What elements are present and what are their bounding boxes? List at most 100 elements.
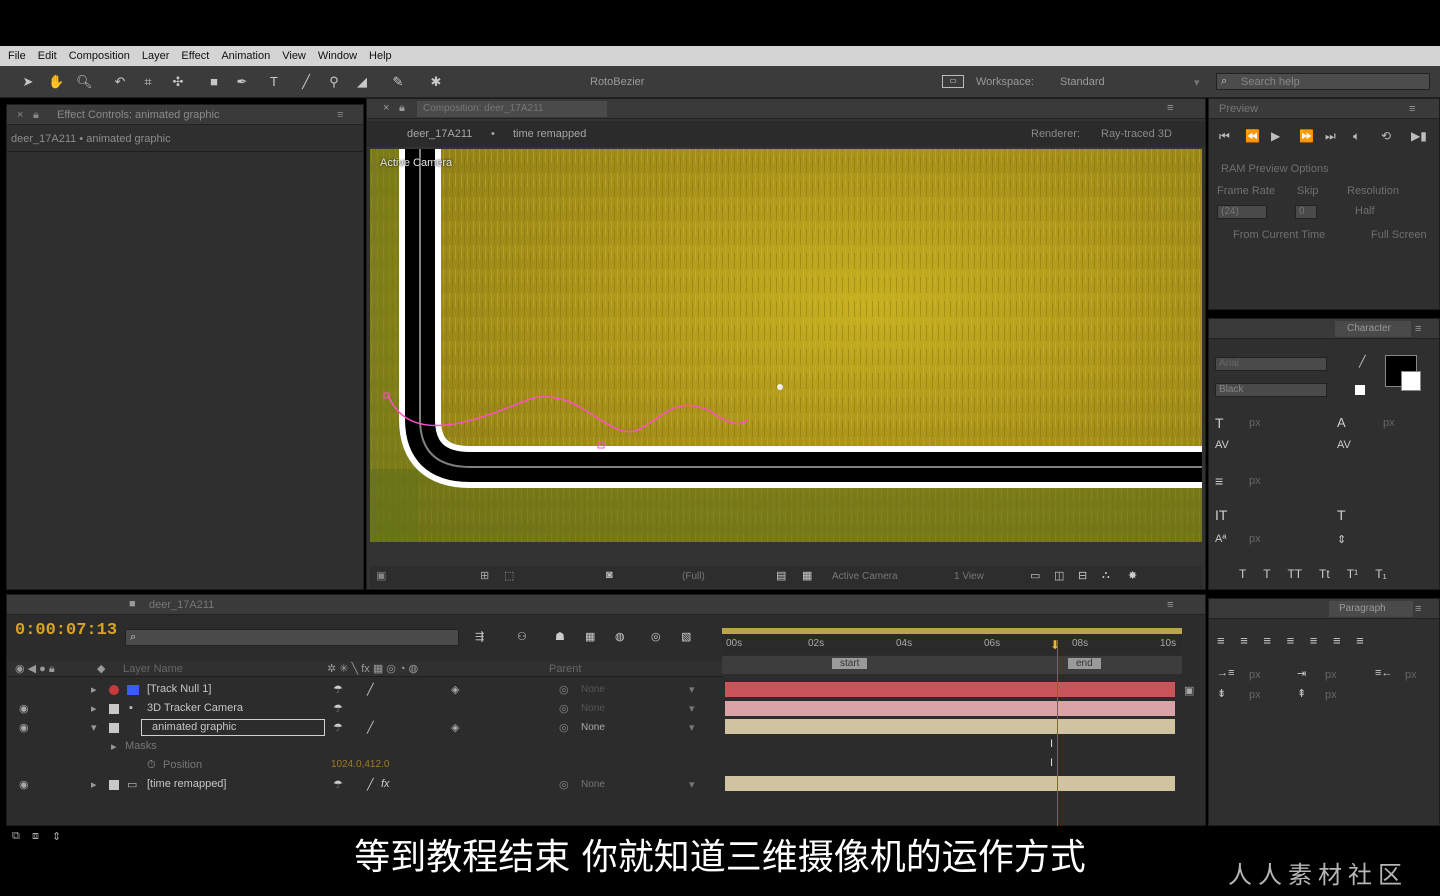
zoom-tool-icon[interactable]: 🔍︎ [76,74,93,90]
layer-row[interactable]: ◉ ▸ ▪ 3D Tracker Camera ☂ ◎ None ▾ [15,700,727,719]
expand-arrow-icon[interactable]: ▾ [91,721,97,734]
layer-duration-bar[interactable] [725,776,1175,791]
close-icon[interactable]: ■ [129,598,136,610]
composition-tab[interactable]: Composition: deer_17A211 [417,101,607,117]
3d-layer-switch-icon[interactable]: ◈ [451,683,459,696]
parent-select[interactable]: None [581,703,605,714]
pan-behind-tool-icon[interactable]: ✣ [170,74,186,90]
quality-switch-icon[interactable]: ╱ [367,683,374,696]
menu-layer[interactable]: Layer [142,50,170,62]
frame-rate-field[interactable]: (24) [1217,205,1267,219]
current-time-display[interactable]: 0:00:07:13 [15,621,117,640]
resolution-select[interactable]: (Full) [682,571,705,582]
playhead-handle-icon[interactable]: ⬇ [1050,638,1060,652]
layer-name-edit-box[interactable]: animated graphic [141,719,325,736]
lock-icon[interactable]: 🔒︎ [33,109,39,122]
pen-tool-icon[interactable]: ✒ [234,74,250,90]
white-swatch[interactable] [1355,385,1365,395]
parent-select[interactable]: None [581,684,605,695]
expand-arrow-icon[interactable]: ▸ [91,683,97,696]
keyframe-icon[interactable]: I [1050,757,1053,769]
hand-tool-icon[interactable]: ✋ [48,74,64,90]
layer-name[interactable]: animated graphic [152,721,236,733]
masks-group-label[interactable]: Masks [125,740,157,752]
layer-name[interactable]: [Track Null 1] [147,683,211,695]
rotobezier-checkbox[interactable]: RotoBezier [590,76,644,88]
puppet-tool-icon[interactable]: ✱ [428,74,444,90]
loop-icon[interactable]: ⟲ [1381,129,1391,143]
panel-menu-icon[interactable]: ≡ [1415,603,1421,615]
flowchart-icon[interactable]: ⛬ [1102,569,1110,582]
brainstorm-icon[interactable]: ◎ [651,630,661,643]
draft-3d-icon[interactable]: ⚇ [517,630,527,643]
play-icon[interactable]: ▶ [1271,129,1280,143]
panel-menu-icon[interactable]: ≡ [1167,102,1173,114]
shy-switch-icon[interactable]: ☂ [333,702,343,715]
panel-menu-icon[interactable]: ≡ [1415,323,1421,335]
parent-column-header[interactable]: Parent [549,663,581,675]
menu-effect[interactable]: Effect [181,50,209,62]
view-layout-select[interactable]: 1 View [954,571,984,582]
font-style-select[interactable]: Black [1215,383,1327,397]
parent-pickwhip-icon[interactable]: ◎ [559,721,569,734]
paragraph-tab[interactable]: Paragraph [1329,601,1413,617]
timeline-search-input[interactable]: ⌕ [125,629,459,646]
menu-animation[interactable]: Animation [221,50,270,62]
shy-switch-icon[interactable]: ☂ [333,778,343,791]
property-row[interactable]: ⏱ Position 1024.0,412.0 [15,757,727,776]
last-frame-icon[interactable]: ⏭ [1325,129,1336,144]
layer-label-swatch[interactable] [109,704,119,714]
chevron-down-icon[interactable]: ▾ [689,778,695,791]
motion-blur-icon[interactable]: ◍ [615,630,625,643]
toggle-pixel-aspect-icon[interactable]: ▭ [1030,569,1040,582]
layer-duration-bar[interactable] [725,719,1175,734]
menu-view[interactable]: View [282,50,306,62]
clone-stamp-tool-icon[interactable]: ⚲ [326,74,342,90]
composition-viewer[interactable]: Active Camera [370,149,1202,542]
layer-row-selected[interactable]: ◉ ▾ animated graphic ☂ ╱ ◈ ◎ None ▾ [15,719,727,738]
transparency-grid-icon[interactable]: ▦ [802,569,812,582]
workspace-select[interactable]: Standard [1060,76,1105,88]
close-icon[interactable]: × [17,109,23,121]
layer-label-swatch[interactable] [127,685,139,695]
shy-switch-icon[interactable]: ☂ [333,683,343,696]
brush-tool-icon[interactable]: ╱ [298,74,314,90]
preview-tab[interactable]: Preview [1219,103,1258,115]
exposure-icon[interactable]: ✸ [1128,569,1137,582]
first-frame-icon[interactable]: ⏮ [1219,129,1230,144]
effect-controls-tab[interactable]: Effect Controls: animated graphic [57,109,219,121]
chevron-down-icon[interactable]: ▾ [689,683,695,696]
layer-label-swatch[interactable] [109,723,119,733]
visibility-eye-icon[interactable]: ◉ [19,721,29,734]
skip-field[interactable]: 0 [1295,205,1317,219]
expand-arrow-icon[interactable]: ▸ [91,778,97,791]
panel-menu-icon[interactable]: ≡ [1167,599,1173,611]
parent-pickwhip-icon[interactable]: ◎ [559,683,569,696]
ram-preview-options-select[interactable]: RAM Preview Options [1221,163,1329,175]
chevron-down-icon[interactable]: ▾ [689,702,695,715]
menu-help[interactable]: Help [369,50,392,62]
audio-icon[interactable]: 🔈︎ [1353,129,1360,144]
work-area-start-marker[interactable]: start [832,658,868,669]
full-screen-checkbox[interactable]: Full Screen [1371,229,1427,241]
eraser-tool-icon[interactable]: ◢ [354,74,370,90]
layer-row[interactable]: ▸ [Track Null 1] ☂ ╱ ◈ ◎ None ▾ [15,681,727,700]
property-group-row[interactable]: ▸ Masks [15,738,727,757]
text-style-buttons[interactable]: T T TT Tt T¹ T₁ [1239,567,1429,583]
type-tool-icon[interactable]: T [266,74,282,90]
timeline-icon[interactable]: ⊟ [1078,569,1087,582]
layer-name[interactable]: [time remapped] [147,778,226,790]
fast-previews-icon[interactable]: ◫ [1054,569,1064,582]
parent-select[interactable]: None [581,722,605,733]
current-time-indicator[interactable] [1057,640,1058,826]
close-icon[interactable]: × [383,102,389,114]
frame-blending-icon[interactable]: ▦ [585,630,595,643]
keyframe-icon[interactable]: I [1050,738,1053,750]
comp-nav-tab[interactable]: deer_17A211 [407,128,472,140]
character-tab[interactable]: Character [1335,321,1411,337]
mask-visibility-icon[interactable]: ⬚ [504,569,514,582]
panel-menu-icon[interactable]: ≡ [1409,103,1415,115]
rotate-tool-icon[interactable]: ↶ [112,74,128,90]
position-value[interactable]: 1024.0,412.0 [331,759,389,770]
layer-duration-bar[interactable] [725,682,1175,697]
